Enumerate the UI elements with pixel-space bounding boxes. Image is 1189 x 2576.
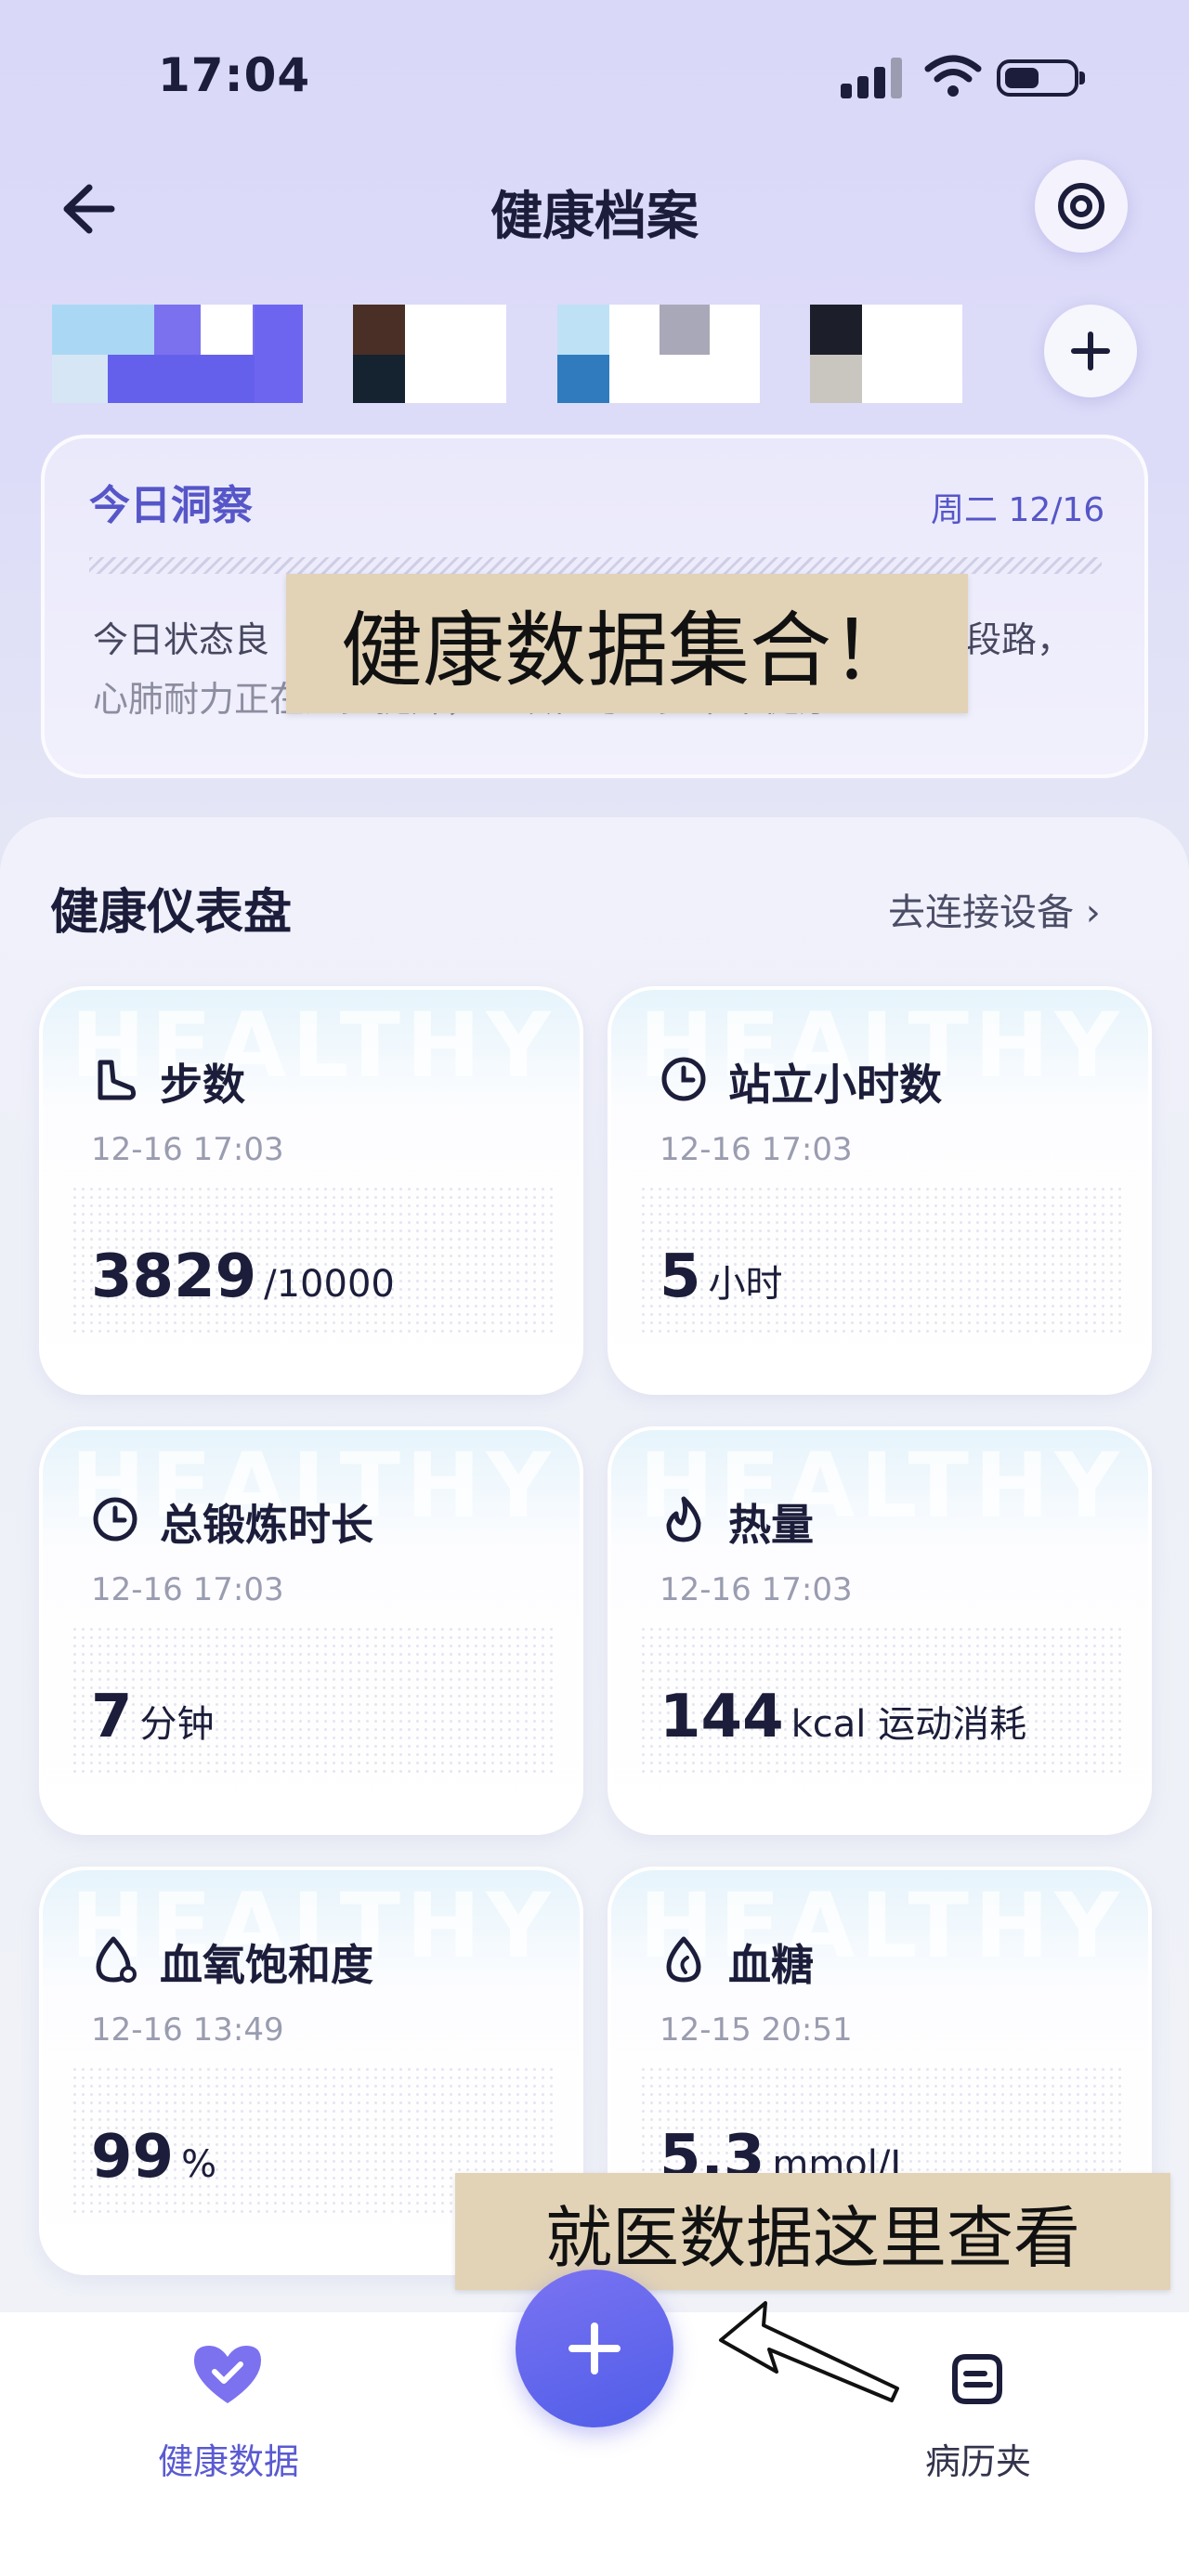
card-timestamp: 12-16 17:03 [91,1131,284,1168]
add-member-button[interactable] [1044,305,1137,397]
flame-icon [666,1496,701,1542]
card-unit: 分钟 [139,1703,215,1746]
battery-icon [997,59,1078,97]
nav-label-records[interactable]: 病历夹 [925,2433,1031,2484]
divider-hatch [89,557,1102,574]
page-title: 健康档案 [490,187,699,247]
timer-icon [93,1497,137,1542]
card-timestamp: 12-16 17:03 [660,1571,853,1608]
member-avatar-1[interactable] [52,305,303,403]
card-watermark: HEALTHY [71,994,556,1098]
clock-icon [661,1057,706,1101]
card-title: 步数 [160,1060,245,1110]
insight-title: 今日洞察 [89,482,253,529]
card-timestamp: 12-16 17:03 [660,1131,853,1168]
card-value: 3829 [91,1242,257,1311]
metric-card-exercise[interactable]: HEALTHY 总锻炼时长 12-16 17:03 7 分钟 [39,1426,583,1835]
card-unit: /10000 [264,1263,395,1306]
card-value: 7 [91,1683,133,1751]
wifi-icon [924,55,982,97]
heart-icon [194,2346,261,2403]
card-watermark: HEALTHY [639,1434,1125,1538]
overlay-sticker-hint: 就医数据这里查看 [455,2173,1170,2290]
target-settings-icon [1058,183,1104,229]
card-title: 热量 [728,1500,814,1550]
battery-tip [1079,72,1085,85]
insight-text-line1-right: 段路， [966,619,1073,660]
card-value: 144 [660,1683,784,1751]
steps-icon [98,1060,137,1100]
add-record-button[interactable] [516,2270,673,2427]
card-title: 血糖 [728,1940,814,1990]
pointer-arrow-icon [719,2301,899,2402]
cellular-signal-icon [841,58,902,98]
status-time: 17:04 [158,48,311,102]
connect-device-link[interactable]: 去连接设备 › [888,882,1101,936]
card-unit: % [181,2143,217,2186]
nav-item-records[interactable] [929,2331,1031,2433]
dashboard-title: 健康仪表盘 [50,885,293,941]
card-value: 5 [660,1242,701,1311]
card-unit: kcal 运动消耗 [790,1703,1027,1746]
card-timestamp: 12-15 20:51 [660,2011,853,2049]
settings-button[interactable] [1035,160,1128,253]
home-indicator [0,2548,1189,2576]
folder-document-icon [952,2354,1002,2404]
droplet-icon [96,1936,137,1983]
member-avatar-2[interactable] [353,305,506,403]
metric-card-standing[interactable]: HEALTHY 站立小时数 12-16 17:03 5 小时 [608,986,1152,1395]
card-timestamp: 12-16 17:03 [91,1571,284,1608]
member-avatar-4[interactable] [810,305,962,403]
nav-label-health-data[interactable]: 健康数据 [158,2433,299,2484]
metric-card-steps[interactable]: HEALTHY 步数 12-16 17:03 3829/10000 [39,986,583,1395]
plus-icon [568,2322,621,2374]
overlay-sticker-title: 健康数据集合！ [286,574,968,713]
card-title: 站立小时数 [728,1060,942,1110]
card-title: 总锻炼时长 [160,1500,373,1550]
insight-text-line1-left: 今日状态良 [93,619,270,660]
metric-card-calories[interactable]: HEALTHY 热量 12-16 17:03 144 kcal 运动消耗 [608,1426,1152,1835]
blood-sugar-icon [666,1936,701,1983]
card-watermark: HEALTHY [639,1874,1125,1978]
insight-date: 周二 12/16 [931,491,1105,529]
card-timestamp: 12-16 13:49 [91,2011,284,2049]
member-avatar-3[interactable] [557,305,760,403]
card-title: 血氧饱和度 [160,1940,373,1990]
card-value: 99 [91,2123,175,2192]
plus-icon [1071,332,1110,371]
card-unit: 小时 [708,1263,783,1306]
